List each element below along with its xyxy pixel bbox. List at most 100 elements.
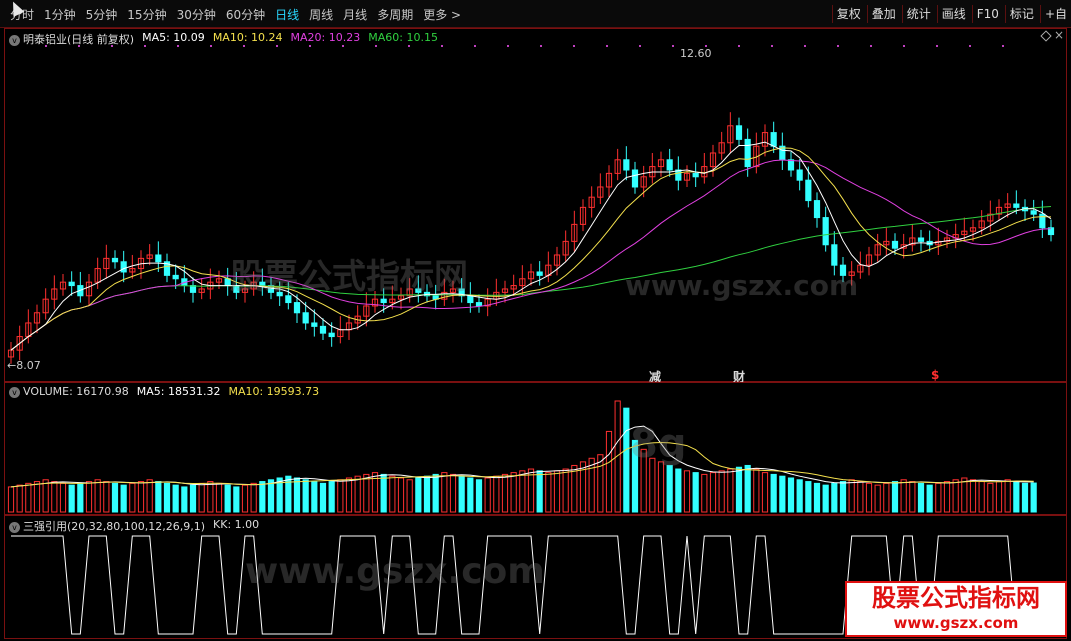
volume-bar (588, 457, 595, 513)
volume-bar (319, 482, 327, 513)
tool-button-5[interactable]: 标记 (1004, 5, 1038, 23)
candle-body (259, 281, 266, 287)
candle-body (293, 302, 301, 314)
volume-bar (718, 470, 725, 513)
candle-body (631, 169, 639, 188)
volume-bar (77, 482, 84, 513)
tab-period-10[interactable]: 更多 > (418, 7, 466, 23)
candlestick-chart (7, 45, 1055, 364)
tab-period-6[interactable]: 日线 (270, 7, 304, 23)
volume-bar (657, 461, 665, 513)
chevron-down-icon[interactable]: v (9, 35, 20, 46)
candle-body (822, 217, 829, 246)
chevron-down-icon[interactable]: v (9, 387, 20, 398)
volume-bar (952, 479, 959, 513)
event-marker-dividend[interactable]: $ (931, 368, 939, 382)
high-price-label: 12.60 (680, 47, 712, 60)
volume-bar (120, 484, 127, 513)
price-legend: v 明泰铝业(日线 前复权) MA5: 10.09 MA10: 10.24 MA2… (9, 31, 438, 47)
tool-button-3[interactable]: 画线 (936, 5, 970, 23)
tab-period-2[interactable]: 5分钟 (81, 7, 123, 23)
volume-bar (380, 473, 387, 513)
volume-bar (259, 481, 266, 513)
volume-bar (406, 479, 413, 513)
vol-ma10-line (10, 441, 1034, 488)
volume-legend: v VOLUME: 16170.98 MA5: 18531.32 MA10: 19… (9, 385, 319, 398)
grid-dot (441, 45, 443, 47)
period-toolbar: 分时 1分钟 5分钟 15分钟 30分钟 60分钟 日线 周线 月线 多周期 更多 > 复权 叠加 统计… (0, 0, 1071, 28)
volume-bar (787, 477, 795, 513)
tool-button-1[interactable]: 叠加 (866, 5, 900, 23)
volume-bar (389, 475, 396, 513)
candle-body (475, 302, 483, 307)
candle-body (415, 288, 422, 293)
volume-bar (874, 484, 881, 513)
volume-bar (432, 473, 439, 513)
volume-bar (163, 482, 171, 513)
volume-bar (354, 475, 361, 513)
volume-bar (137, 481, 145, 513)
volume-bar (172, 484, 179, 513)
volume-bar (709, 472, 717, 513)
volume-bar (917, 482, 925, 513)
candle-body (787, 159, 795, 171)
tool-button-0[interactable]: 复权 (831, 5, 865, 23)
stamp-title: 股票公式指标网 (872, 584, 1040, 612)
candle-body (311, 322, 318, 327)
volume-bar (42, 479, 49, 513)
tab-period-7[interactable]: 周线 (304, 7, 338, 23)
volume-bar (744, 464, 751, 513)
tab-period-1[interactable]: 1分钟 (39, 7, 81, 23)
tool-button-6[interactable]: +自 (1039, 5, 1071, 23)
volume-bar (501, 473, 509, 513)
volume-bar (597, 454, 604, 513)
volume-bar (571, 464, 578, 513)
tab-period-4[interactable]: 30分钟 (172, 7, 221, 23)
candle-body (917, 237, 925, 242)
tab-period-5[interactable]: 60分钟 (221, 7, 270, 23)
candle-body (891, 240, 899, 249)
volume-bar (16, 484, 23, 513)
candle-body (675, 169, 682, 181)
candle-body (692, 172, 699, 178)
candle-body (770, 132, 777, 147)
tab-period-9[interactable]: 多周期 (372, 7, 418, 23)
grid-dot (936, 45, 938, 47)
candle-body (1030, 210, 1037, 215)
candle-body (189, 285, 197, 293)
volume-bar (198, 482, 205, 513)
volume-bar (969, 479, 977, 513)
chevron-down-icon[interactable]: v (9, 522, 20, 533)
tab-period-3[interactable]: 15分钟 (122, 7, 171, 23)
period-tabs: 分时 1分钟 5分钟 15分钟 30分钟 60分钟 日线 周线 月线 多周期 更多 > (5, 7, 466, 23)
candle-body (796, 169, 803, 181)
stock-title: 明泰铝业(日线 前复权) (23, 33, 135, 46)
volume-bar (553, 470, 561, 513)
volume-pane[interactable]: v VOLUME: 16170.98 MA5: 18531.32 MA10: 19… (4, 382, 1067, 515)
price-chart-pane[interactable]: v 明泰铝业(日线 前复权) MA5: 10.09 MA10: 10.24 MA2… (4, 28, 1067, 384)
volume-bar (302, 479, 309, 513)
indicator-legend: v 三强引用(20,32,80,100,12,26,9,1) KK: 1.00 (9, 518, 259, 534)
candle-body (623, 159, 630, 171)
candle-body (233, 285, 240, 293)
tool-button-4[interactable]: F10 (971, 5, 1003, 23)
volume-bar (848, 479, 855, 513)
volume-bar (649, 457, 656, 513)
volume-bar (415, 477, 422, 513)
volume-bar (865, 482, 873, 513)
tool-button-2[interactable]: 统计 (901, 5, 935, 23)
volume-bar (328, 481, 335, 513)
ma60-label: MA60: 10.15 (368, 31, 438, 44)
tab-period-8[interactable]: 月线 (338, 7, 372, 23)
indicator-title: 三强引用(20,32,80,100,12,26,9,1) (23, 520, 206, 533)
volume-bar (839, 481, 847, 513)
candle-body (111, 257, 119, 263)
volume-bar (857, 481, 864, 513)
candle-body (285, 295, 292, 304)
ma5-label: MA5: 10.09 (142, 31, 205, 44)
volume-bar (961, 477, 968, 513)
candle-body (155, 254, 162, 263)
volume-bar (7, 486, 15, 513)
volume-bar (293, 477, 301, 513)
volume-title: VOLUME: 16170.98 (23, 385, 129, 398)
